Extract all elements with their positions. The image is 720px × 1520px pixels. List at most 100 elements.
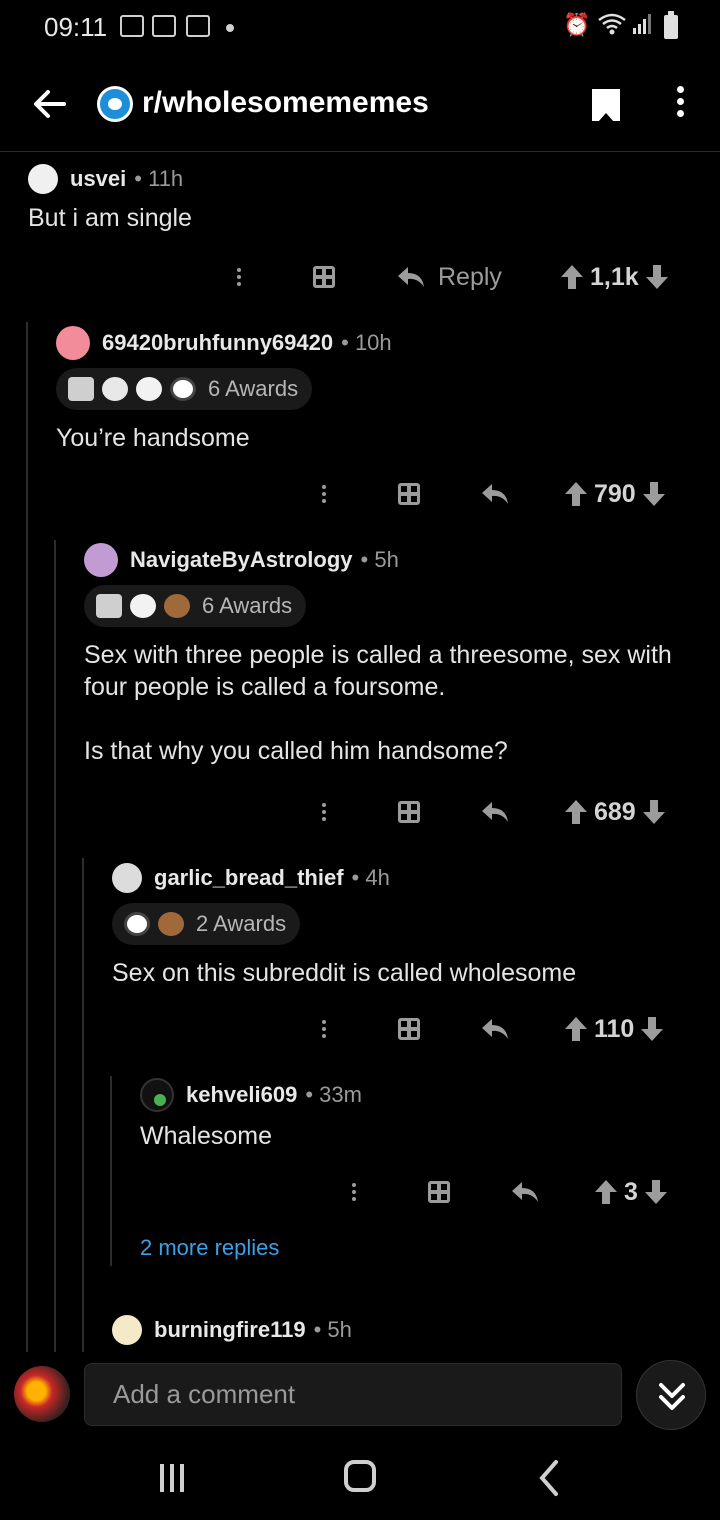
avatar[interactable] [112,863,142,893]
gift-icon[interactable] [428,1172,450,1212]
comment-age: 33m [319,1082,362,1107]
comment-age: 5h [374,547,399,572]
more-vertical-icon[interactable] [673,86,687,122]
alarm-icon: ⏰ [563,12,591,37]
downvote-icon[interactable] [640,1016,664,1042]
back-arrow-icon[interactable] [30,84,70,124]
awards-count: 6 Awards [208,376,299,401]
downvote-icon[interactable] [642,799,666,825]
avatar[interactable] [140,1078,174,1112]
reply-button[interactable]: Reply [396,257,502,297]
comment-age: 11h [148,166,184,191]
comment-actions: Reply 1,1k [0,257,720,297]
bookmark-icon[interactable] [592,89,620,122]
thread-line[interactable] [110,1076,112,1266]
username[interactable]: usvei [70,166,126,192]
vote-controls: 790 [564,474,666,514]
more-replies-link[interactable]: 2 more replies [140,1235,279,1261]
gift-icon[interactable] [398,1009,420,1049]
award-icon [170,377,196,401]
downvote-icon[interactable] [645,264,669,290]
mail-icon [186,15,210,37]
wifi-icon [597,12,627,42]
upvote-icon[interactable] [560,264,584,290]
thread-line[interactable] [54,540,56,1352]
user-avatar[interactable] [14,1366,70,1422]
avatar[interactable] [112,1315,142,1345]
subreddit-icon[interactable] [97,86,133,122]
vote-controls: 110 [564,1009,664,1049]
upvote-icon[interactable] [594,1179,618,1205]
score: 3 [624,1177,638,1206]
score: 689 [594,797,636,826]
more-options-icon[interactable] [352,1172,356,1212]
awards-pill[interactable]: 2 Awards [112,903,301,945]
system-back-icon[interactable] [536,1458,560,1503]
reply-label[interactable]: Reply [438,263,502,292]
home-icon[interactable] [344,1460,376,1492]
subreddit-name[interactable]: r/wholesomememes [142,86,429,120]
vote-controls: 3 [594,1172,668,1212]
username[interactable]: garlic_bread_thief [154,865,344,891]
system-nav-bar [0,1436,720,1520]
comment-body: Whalesome [140,1122,272,1150]
comment: garlic_bread_thief • 4h 2 Awards Sex on … [112,861,702,989]
gift-icon[interactable] [398,792,420,832]
gift-icon[interactable] [313,257,335,297]
recents-icon[interactable] [160,1464,188,1492]
username[interactable]: burningfire119 [154,1317,306,1343]
more-options-icon[interactable] [237,257,241,297]
avatar[interactable] [28,164,58,194]
comment: burningfire119 • 5h [112,1313,702,1347]
jump-down-icon[interactable] [636,1360,706,1430]
downvote-icon[interactable] [642,481,666,507]
score: 790 [594,479,636,508]
award-icon [96,594,122,618]
awards-pill[interactable]: 6 Awards [56,368,313,410]
upvote-icon[interactable] [564,1016,588,1042]
reply-icon[interactable] [480,1009,510,1049]
more-notifications-dot [226,24,234,32]
vote-controls: 689 [564,792,666,832]
gift-icon[interactable] [398,474,420,514]
comment: kehveli609 • 33m Whalesome [140,1078,700,1152]
comment-body: You’re handsome [56,424,250,452]
score: 1,1k [590,262,639,291]
comment: usvei • 11h But i am single [28,162,698,234]
reply-icon[interactable] [480,474,510,514]
username[interactable]: 69420bruhfunny69420 [102,330,333,356]
more-options-icon[interactable] [322,474,326,514]
comment-age: 5h [327,1317,352,1342]
signal-icon [632,12,652,42]
reply-icon[interactable] [480,792,510,832]
reply-icon[interactable] [510,1172,540,1212]
reply-icon [398,267,424,287]
avatar[interactable] [56,326,90,360]
thread-line[interactable] [82,858,84,1352]
comment-actions: 689 [0,792,720,832]
comment-body: But i am single [28,204,192,232]
status-bar: 09:11 ⏰ [0,0,720,56]
app-bar: r/wholesomememes [0,56,720,152]
award-icon [130,594,156,618]
comment-body: Sex on this subreddit is called wholesom… [112,959,577,987]
more-options-icon[interactable] [322,792,326,832]
award-icon [102,377,128,401]
username[interactable]: kehveli609 [186,1082,297,1108]
username[interactable]: NavigateByAstrology [130,547,353,573]
clock: 09:11 [44,12,108,42]
comment-actions: 790 [0,474,720,514]
comment-age: 4h [365,865,390,890]
awards-count: 2 Awards [196,911,287,936]
vote-controls: 1,1k [560,257,669,297]
award-icon [158,912,184,936]
awards-pill[interactable]: 6 Awards [84,585,307,627]
add-comment-input[interactable]: Add a comment [84,1363,622,1426]
more-options-icon[interactable] [322,1009,326,1049]
avatar[interactable] [84,543,118,577]
calendar-icon [152,15,176,37]
score: 110 [594,1014,635,1043]
upvote-icon[interactable] [564,481,588,507]
downvote-icon[interactable] [644,1179,668,1205]
upvote-icon[interactable] [564,799,588,825]
